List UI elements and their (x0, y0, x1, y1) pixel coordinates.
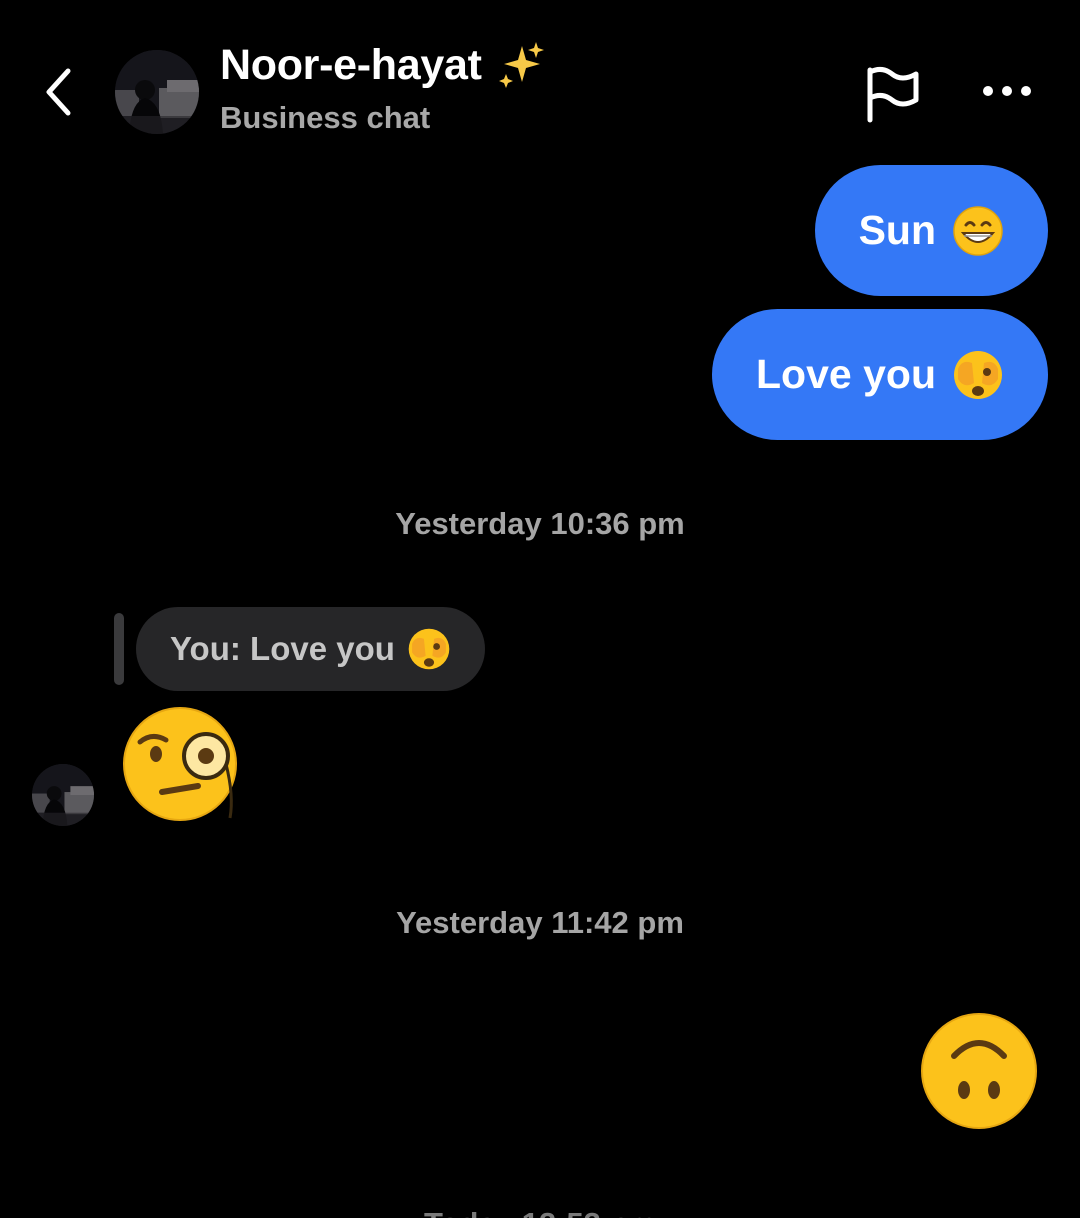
flag-icon (867, 66, 919, 123)
reply-preview-text: You: Love you (170, 630, 395, 667)
sender-avatar[interactable] (32, 764, 94, 826)
avatar-photo (115, 50, 199, 134)
outgoing-emoji-message[interactable] (920, 1012, 1038, 1135)
more-options-button[interactable] (978, 70, 1038, 110)
outgoing-message[interactable]: Love you (712, 309, 1048, 440)
outgoing-message[interactable]: Sun (814, 165, 1048, 296)
chat-subtitle: Business chat (220, 100, 431, 135)
face-with-peeking-eye-icon (954, 350, 1002, 399)
avatar-photo (32, 764, 94, 826)
back-button[interactable] (36, 62, 80, 122)
contact-name-row[interactable]: Noor-e-hayat (220, 40, 546, 90)
timestamp-partial: Today 12:53 pm (0, 1206, 1080, 1218)
message-text: Love you (756, 351, 936, 397)
timestamp: Yesterday 11:42 pm (396, 905, 684, 940)
report-flag-button[interactable] (862, 64, 922, 124)
sparkles-icon (498, 42, 544, 88)
face-with-monocle-icon (123, 707, 237, 821)
timestamp: Yesterday 10:36 pm (395, 506, 685, 541)
reply-indicator-bar (114, 613, 124, 685)
contact-avatar[interactable] (115, 50, 199, 134)
reply-preview[interactable]: You: Love you (136, 607, 485, 691)
chat-screen: Noor-e-hayat Business chat Sun Love you … (0, 0, 1080, 1218)
upside-down-face-icon (921, 1013, 1037, 1129)
grinning-face-icon (953, 205, 1003, 256)
chevron-left-icon (46, 68, 71, 116)
contact-name: Noor-e-hayat (220, 40, 482, 89)
message-text: Sun (858, 207, 936, 253)
face-with-peeking-eye-icon (408, 628, 450, 670)
incoming-emoji-message[interactable] (122, 706, 242, 831)
more-horizontal-icon (983, 86, 1031, 96)
